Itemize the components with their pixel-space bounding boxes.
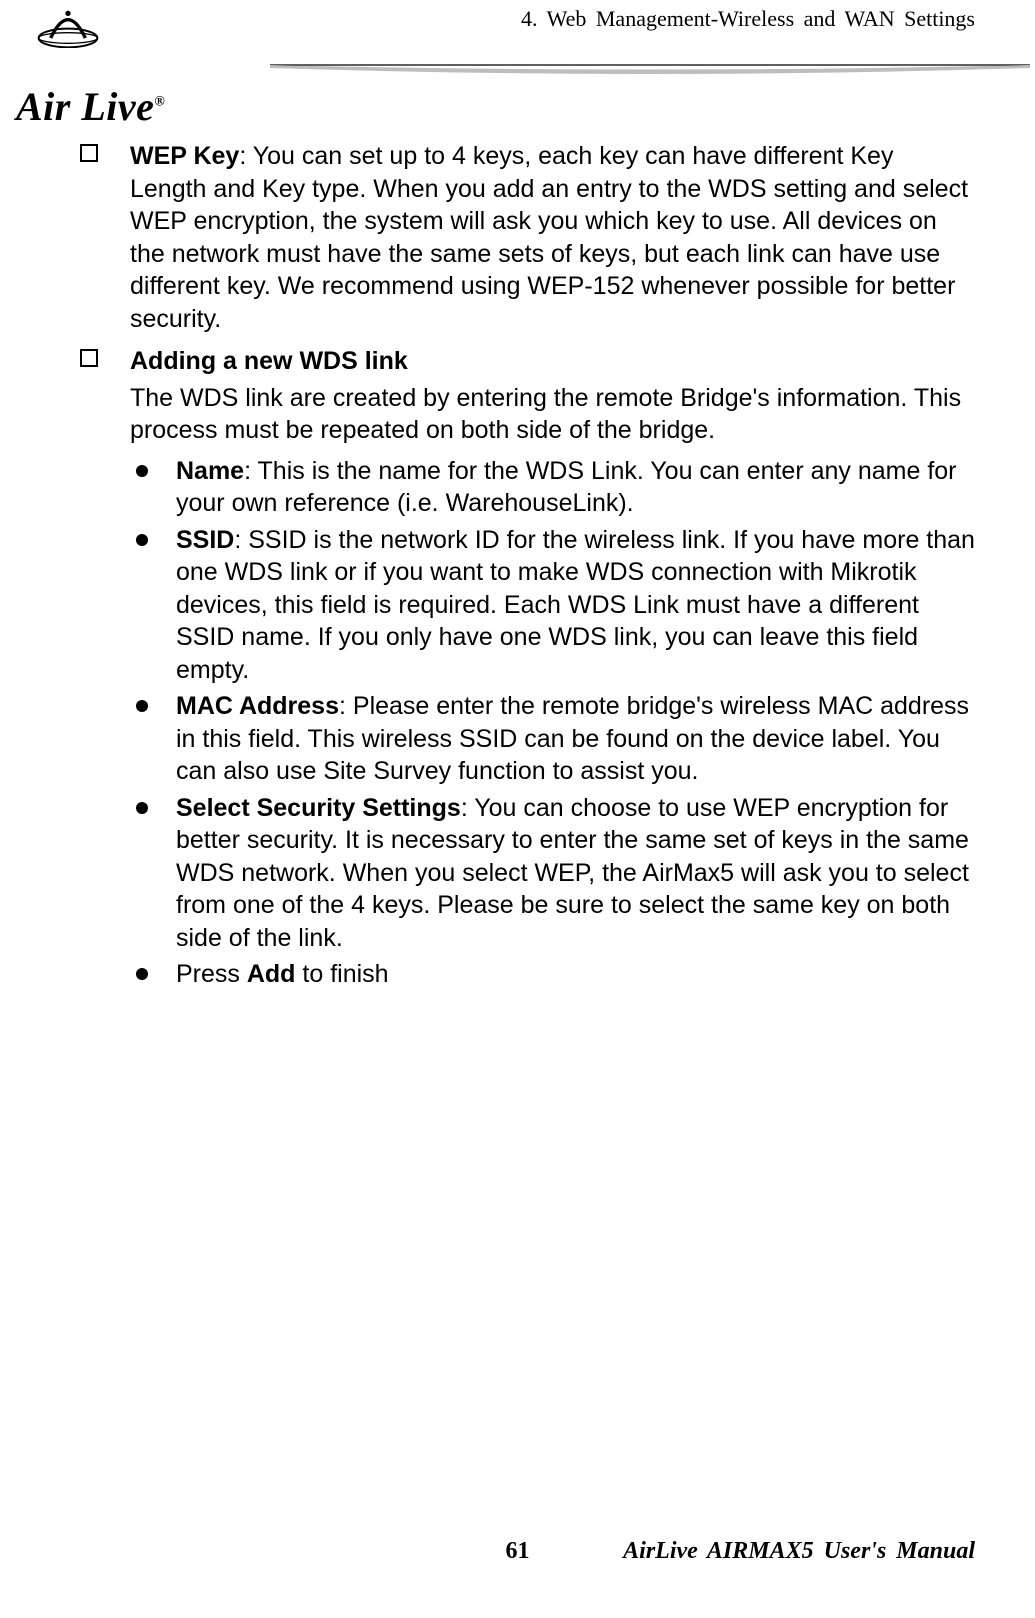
wep-key-text: : You can set up to 4 keys, each key can… xyxy=(130,142,968,333)
disc-bullet-icon xyxy=(136,968,148,980)
square-bullet-icon xyxy=(80,144,98,162)
disc-bullet-icon xyxy=(136,802,148,814)
mac-label: MAC Address xyxy=(176,692,339,720)
page-number: 61 xyxy=(506,1538,530,1565)
ssid-text: : SSID is the network ID for the wireles… xyxy=(176,526,975,684)
adding-wds-heading: Adding a new WDS link xyxy=(130,345,975,378)
disc-bullet-icon xyxy=(136,534,148,546)
adding-wds-intro: The WDS link are created by entering the… xyxy=(130,382,975,447)
ssid-sub-item: SSID: SSID is the network ID for the wir… xyxy=(130,524,975,687)
page-header: Air Live® 4. Web Management-Wireless and… xyxy=(0,0,1035,110)
disc-bullet-icon xyxy=(136,465,148,477)
press-prefix: Press xyxy=(176,960,247,988)
security-label: Select Security Settings xyxy=(176,794,461,822)
name-text: : This is the name for the WDS Link. You… xyxy=(176,457,957,518)
name-label: Name xyxy=(176,457,244,485)
wep-key-item: WEP Key: You can set up to 4 keys, each … xyxy=(70,140,975,335)
square-bullet-icon xyxy=(80,349,98,367)
wds-sub-list: Name: This is the name for the WDS Link.… xyxy=(130,455,975,991)
header-divider-icon xyxy=(270,62,1030,80)
logo-text: Air Live® xyxy=(16,83,165,130)
press-suffix: to finish xyxy=(295,960,388,988)
page-footer: 61 AirLive AIRMAX5 User's Manual xyxy=(0,1538,1035,1578)
manual-title: AirLive AIRMAX5 User's Manual xyxy=(623,1538,975,1565)
security-sub-item: Select Security Settings: You can choose… xyxy=(130,792,975,955)
chapter-title: 4. Web Management-Wireless and WAN Setti… xyxy=(521,6,975,32)
wep-key-paragraph: WEP Key: You can set up to 4 keys, each … xyxy=(130,140,975,335)
disc-bullet-icon xyxy=(136,700,148,712)
press-add-label: Add xyxy=(247,960,296,988)
page-content: WEP Key: You can set up to 4 keys, each … xyxy=(0,140,1035,1001)
airlive-swoosh-icon xyxy=(18,8,118,48)
wep-key-label: WEP Key xyxy=(130,142,239,170)
ssid-label: SSID xyxy=(176,526,234,554)
logo: Air Live® xyxy=(18,8,268,130)
mac-sub-item: MAC Address: Please enter the remote bri… xyxy=(130,690,975,788)
adding-wds-item: Adding a new WDS link The WDS link are c… xyxy=(70,345,975,991)
name-sub-item: Name: This is the name for the WDS Link.… xyxy=(130,455,975,520)
press-add-sub-item: Press Add to finish xyxy=(130,958,975,991)
